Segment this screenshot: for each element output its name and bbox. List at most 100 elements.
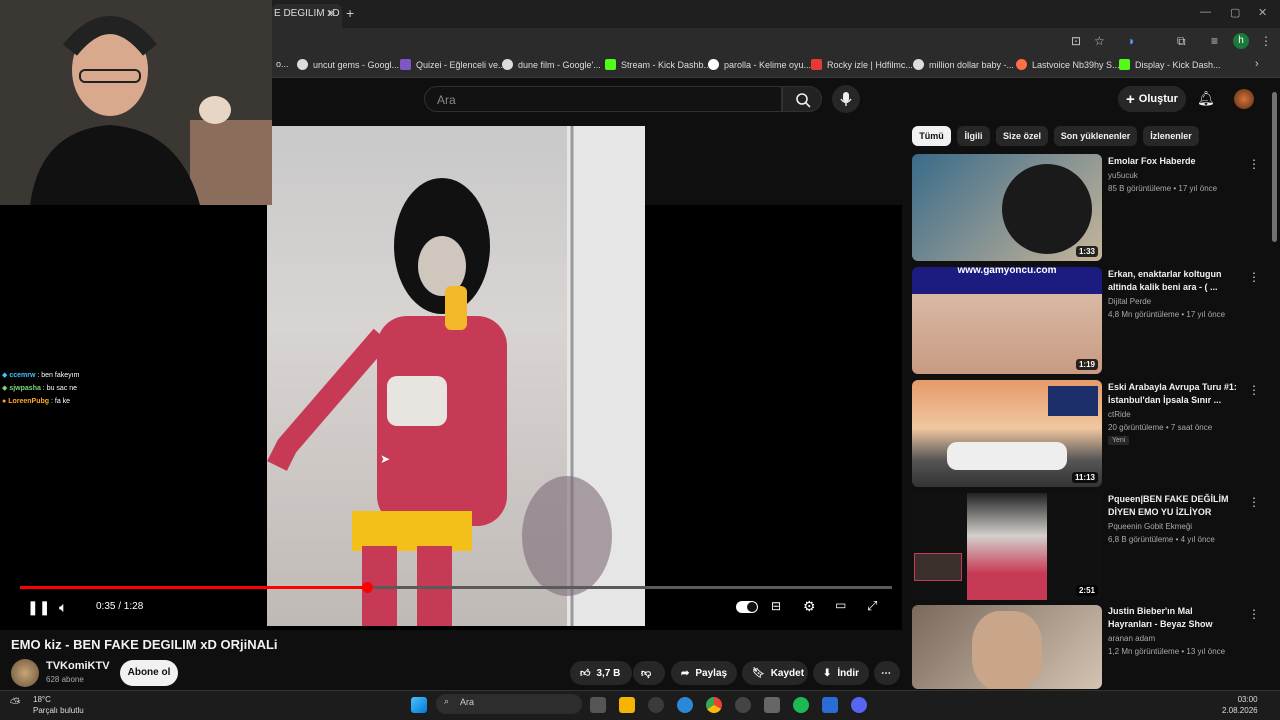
file-explorer-icon[interactable] [619, 697, 635, 713]
discord-icon[interactable] [851, 697, 867, 713]
system-clock[interactable]: 03:00 2.08.2026 [1222, 694, 1258, 716]
google-icon [297, 59, 308, 70]
webcam-overlay [0, 0, 272, 205]
search-input[interactable]: Ara [424, 86, 782, 112]
more-vert-icon[interactable]: ⋮ [1248, 495, 1260, 509]
new-tab-icon[interactable]: + [346, 5, 354, 21]
settings-gear-icon[interactable]: ⚙︎ [803, 598, 816, 615]
pause-icon[interactable]: ❚❚ [27, 599, 50, 616]
app-icon[interactable] [764, 697, 780, 713]
account-avatar[interactable] [1234, 89, 1254, 109]
theater-mode-icon[interactable]: ▭ [835, 598, 846, 612]
more-vert-icon[interactable]: ⋮ [1248, 383, 1260, 397]
more-vert-icon[interactable]: ⋮ [1248, 270, 1260, 284]
video-title: EMO kiz - BEN FAKE DEGILIM xD ORjiNALi [11, 637, 278, 652]
rec-thumbnail[interactable]: 1:33 [912, 154, 1102, 261]
page-scrollbar[interactable] [1272, 92, 1277, 242]
filter-chip-for-you[interactable]: Size özel [996, 126, 1048, 146]
obs-icon[interactable] [735, 697, 751, 713]
parolla-icon [708, 59, 719, 70]
chat-badge-icon: ● [2, 398, 7, 405]
menu-dots-icon[interactable]: ⋮ [1260, 34, 1272, 48]
install-icon[interactable]: ⊡ [1071, 34, 1081, 48]
chat-message: ◆ sjwpasha : bu sac ne [2, 385, 78, 392]
bookmark-item[interactable]: Rocky izle | Hdfilmc... [811, 59, 913, 70]
rec-channel[interactable]: Dijital Perde [1108, 297, 1248, 306]
share-button[interactable]: ➦ Paylaş [671, 661, 737, 685]
google-icon [913, 59, 924, 70]
clock-time: 03:00 [1237, 695, 1258, 704]
more-actions-button[interactable]: ⋯ [874, 661, 900, 685]
weather-widget[interactable]: 18°C Parçalı bulutlu [33, 694, 84, 716]
chatgpt-icon[interactable] [648, 697, 664, 713]
subtitles-icon[interactable]: ⊟ [771, 599, 781, 613]
rec-channel[interactable]: yu5ucuk [1108, 171, 1248, 180]
rec-title[interactable]: Erkan, enaktarlar koltugun altinda kalik… [1108, 268, 1238, 294]
thumbs-up-icon: 👍︎ [580, 668, 591, 679]
more-vert-icon[interactable]: ⋮ [1248, 157, 1260, 171]
bookmark-item[interactable]: Stream - Kick Dashb... [605, 59, 711, 70]
extensions-icon[interactable]: ⧉ [1177, 34, 1186, 49]
steam-icon[interactable] [822, 697, 838, 713]
channel-avatar[interactable] [11, 659, 39, 687]
tab-close-icon[interactable]: ✕ [327, 4, 336, 24]
rec-thumbnail[interactable] [912, 605, 1102, 689]
volume-icon[interactable]: 🔈︎ [59, 599, 67, 616]
bookmark-item[interactable]: parolla - Kelime oyu... [708, 59, 811, 70]
save-button[interactable]: 🔖︎ Kaydet [742, 661, 808, 685]
google-icon [502, 59, 513, 70]
like-button[interactable]: 👍︎ 3,7 B [570, 661, 632, 685]
rec-channel[interactable]: Pqueenin Gobit Ekmeği [1108, 522, 1248, 531]
rec-thumbnail[interactable]: 11:13 [912, 380, 1102, 487]
rec-title[interactable]: Eski Arabayla Avrupa Turu #1: İstanbul'd… [1108, 381, 1238, 407]
video-frame[interactable] [267, 126, 645, 626]
weather-icon[interactable]: ⛅︎ [10, 695, 20, 711]
notifications-bell-icon[interactable]: 🔔︎ [1197, 90, 1215, 107]
taskbar-search[interactable]: ⌕ Ara [436, 694, 582, 714]
task-view-icon[interactable] [590, 697, 606, 713]
subscribe-button[interactable]: Abone ol [120, 660, 178, 686]
create-button[interactable]: + Oluştur [1118, 86, 1186, 112]
channel-name[interactable]: TVKomiKTV [46, 660, 110, 672]
spotify-icon[interactable] [793, 697, 809, 713]
rec-channel[interactable]: ctRide [1108, 410, 1248, 419]
bookmark-item[interactable]: Quizei - Eğlenceli ve... [400, 59, 506, 70]
chrome-icon[interactable] [706, 697, 722, 713]
rec-thumbnail[interactable]: www.gamyoncu.com 1:19 [912, 267, 1102, 374]
edge-icon[interactable] [677, 697, 693, 713]
media-icon[interactable]: ≡ [1211, 34, 1218, 48]
minimize-icon[interactable]: — [1200, 6, 1211, 18]
filter-chip-recent[interactable]: Son yüklenenler [1054, 126, 1137, 146]
rec-title[interactable]: Emolar Fox Haberde [1108, 155, 1238, 168]
extension-wave-icon[interactable]: ◗ [1128, 34, 1135, 48]
browser-tab-active[interactable]: E DEGILIM xD ✕ [272, 4, 342, 28]
bookmark-item[interactable]: Lastvoice Nb39hy S... [1016, 59, 1120, 70]
fullscreen-icon[interactable]: ⤢ [867, 598, 877, 614]
profile-avatar[interactable]: h [1233, 33, 1249, 49]
bookmark-star-icon[interactable]: ☆ [1094, 34, 1105, 48]
rec-thumbnail[interactable]: 2:51 [912, 493, 1102, 600]
start-windows-icon[interactable] [411, 697, 427, 713]
chevron-right-icon[interactable]: › [1255, 58, 1259, 70]
filter-chip-all[interactable]: Tümü [912, 126, 951, 146]
rec-title[interactable]: Justin Bieber'ın Mal Hayranları - Beyaz … [1108, 605, 1238, 631]
filter-chip-related[interactable]: İlgili [957, 126, 990, 146]
rec-title[interactable]: Pqueen|BEN FAKE DEĞİLİM DİYEN EMO YU İZL… [1108, 493, 1238, 519]
download-button[interactable]: ⬇ İndir [813, 661, 869, 685]
search-button[interactable] [782, 86, 822, 112]
filter-chip-watched[interactable]: İzlenenler [1143, 126, 1199, 146]
maximize-icon[interactable]: ▢ [1230, 6, 1240, 19]
rec-channel[interactable]: aranan adam [1108, 634, 1248, 643]
bookmark-item[interactable]: dune film - Google'... [502, 59, 601, 70]
more-vert-icon[interactable]: ⋮ [1248, 607, 1260, 621]
voice-search-button[interactable] [832, 85, 860, 113]
dislike-button[interactable]: 👎︎ [633, 661, 665, 685]
close-window-icon[interactable]: ✕ [1258, 6, 1267, 19]
autoplay-toggle[interactable] [736, 601, 758, 613]
bookmark-item[interactable]: Display - Kick Dash... [1119, 59, 1221, 70]
bookmark-item[interactable]: o... [276, 59, 289, 69]
progress-scrubber[interactable] [362, 582, 373, 593]
search-icon [796, 93, 811, 108]
bookmark-item[interactable]: uncut gems - Googl... [297, 59, 399, 70]
bookmark-item[interactable]: million dollar baby -... [913, 59, 1014, 70]
